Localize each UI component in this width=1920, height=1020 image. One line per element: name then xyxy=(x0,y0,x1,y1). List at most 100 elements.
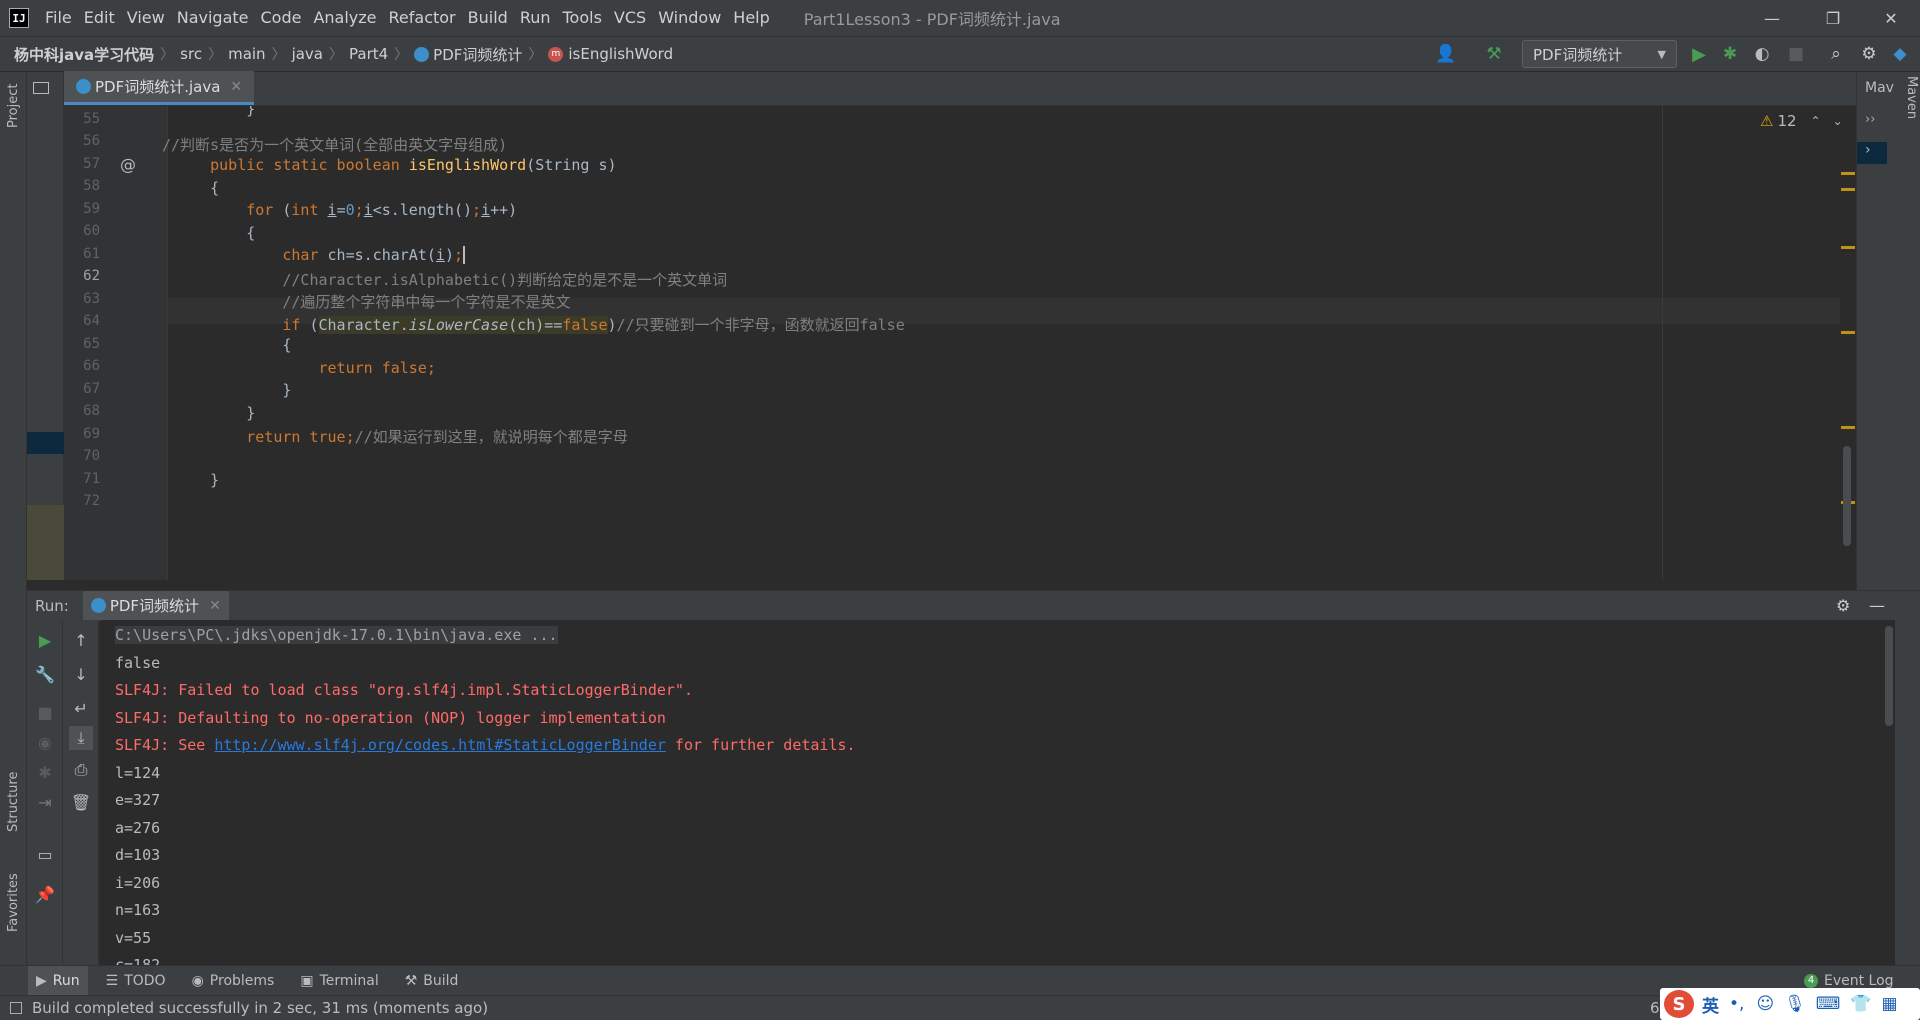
menu-run[interactable]: Run xyxy=(514,0,557,36)
trash-icon[interactable]: 🗑 xyxy=(69,790,93,814)
maven-panel-header[interactable]: Mav xyxy=(1865,80,1894,96)
menu-edit[interactable]: Edit xyxy=(78,0,121,36)
close-button[interactable]: ✕ xyxy=(1862,0,1920,36)
breadcrumb-main[interactable]: main xyxy=(228,45,265,63)
close-icon[interactable]: ✕ xyxy=(230,79,242,95)
menu-view[interactable]: View xyxy=(121,0,171,36)
bug-icon[interactable]: ✱ xyxy=(33,760,57,784)
breadcrumb-src[interactable]: src xyxy=(180,45,202,63)
tab-todo[interactable]: ☰ TODO xyxy=(98,966,174,996)
status-message[interactable]: Build completed successfully in 2 sec, 3… xyxy=(32,999,488,1017)
toolbox-icon[interactable]: ▦ xyxy=(1881,994,1897,1014)
menu-refactor[interactable]: Refactor xyxy=(383,0,462,36)
panel-icon[interactable] xyxy=(33,82,49,94)
tab-run[interactable]: ▶ Run xyxy=(28,965,88,996)
slf4j-link[interactable]: http://www.slf4j.org/codes.html#StaticLo… xyxy=(214,736,666,754)
close-icon[interactable]: ✕ xyxy=(209,598,221,614)
keyboard-icon[interactable]: ⌨ xyxy=(1816,994,1841,1014)
hammer-build-icon[interactable]: ⚒ xyxy=(1482,42,1506,66)
double-chevron-icon[interactable]: ›› xyxy=(1865,112,1875,127)
menu-window[interactable]: Window xyxy=(652,0,727,36)
menu-vcs[interactable]: VCS xyxy=(608,0,652,36)
warning-stripe-mark[interactable] xyxy=(1841,188,1855,191)
scrollbar-thumb[interactable] xyxy=(1885,626,1893,726)
camera-icon[interactable]: ◉ xyxy=(33,730,57,754)
menu-navigate[interactable]: Navigate xyxy=(171,0,255,36)
minimize-button[interactable]: — xyxy=(1743,0,1801,36)
console-output[interactable]: C:\Users\PC\.jdks\openjdk-17.0.1\bin\jav… xyxy=(100,620,1883,965)
hide-panel-icon[interactable]: — xyxy=(1869,596,1885,615)
code-keyword: int xyxy=(291,201,328,219)
arrow-up-icon[interactable]: ↑ xyxy=(69,628,93,652)
tab-build[interactable]: ⚒ Build xyxy=(397,966,467,996)
pin-icon[interactable]: 📌 xyxy=(33,882,57,906)
maven-tool-tab[interactable]: Maven xyxy=(1901,76,1920,156)
inspection-widget[interactable]: ⚠ 12 ⌃ ⌄ xyxy=(1760,112,1843,130)
layout-icon[interactable]: ▭ xyxy=(33,842,57,866)
arrow-down-icon[interactable]: ↓ xyxy=(69,662,93,686)
line-number: 68 xyxy=(83,403,100,419)
print-icon[interactable]: ⎙ xyxy=(69,758,93,782)
code-comment: //Character.isAlphabetic()判断给定的是不是一个英文单词 xyxy=(282,271,728,289)
warning-stripe-mark[interactable] xyxy=(1841,331,1855,334)
run-icon[interactable]: ▶ xyxy=(1687,42,1711,66)
console-scrollbar[interactable] xyxy=(1883,620,1895,965)
punctuation-icon[interactable]: •, xyxy=(1729,994,1744,1014)
menu-file[interactable]: File xyxy=(39,0,78,36)
skin-icon[interactable]: 👕 xyxy=(1850,994,1871,1014)
gear-icon[interactable]: ⚙ xyxy=(1836,596,1850,615)
run-tab-pdf[interactable]: PDF词频统计 ✕ xyxy=(82,590,229,621)
chevron-right-icon[interactable]: › xyxy=(1857,142,1887,164)
error-stripe[interactable] xyxy=(1840,106,1856,580)
breadcrumb-java[interactable]: java xyxy=(292,45,323,63)
user-icon[interactable]: 👤 xyxy=(1434,42,1458,66)
sogou-logo-icon[interactable]: S xyxy=(1664,990,1694,1018)
menu-analyze[interactable]: Analyze xyxy=(307,0,382,36)
code-editor[interactable]: 55 56 57 58 59 60 61 62 63 64 65 66 67 6… xyxy=(64,106,1856,580)
menu-code[interactable]: Code xyxy=(255,0,308,36)
favorites-tool-tab[interactable]: Favorites xyxy=(6,873,21,932)
breadcrumb-project[interactable]: 杨中科java学习代码 xyxy=(14,44,154,65)
emoji-icon[interactable]: ☺ xyxy=(1756,994,1774,1014)
warning-stripe-mark[interactable] xyxy=(1841,426,1855,429)
stop-icon[interactable]: ■ xyxy=(1784,42,1808,66)
text-cursor xyxy=(463,246,465,264)
restore-button[interactable]: ❐ xyxy=(1804,0,1862,36)
debug-icon[interactable]: ✱ xyxy=(1718,42,1742,66)
warning-stripe-mark[interactable] xyxy=(1841,246,1855,249)
structure-tool-tab[interactable]: Structure xyxy=(6,772,21,832)
tab-problems[interactable]: ◉ Problems xyxy=(184,966,283,996)
ime-language[interactable]: 英 xyxy=(1702,992,1719,1017)
tab-terminal[interactable]: ▣ Terminal xyxy=(292,966,386,996)
status-toggle-icon[interactable] xyxy=(10,1002,22,1014)
line-number: 63 xyxy=(83,291,100,307)
breadcrumb-method[interactable]: m isEnglishWord xyxy=(548,45,673,63)
menu-help[interactable]: Help xyxy=(727,0,775,36)
code-keyword: return true; xyxy=(246,428,355,446)
soft-wrap-icon[interactable]: ↵ xyxy=(69,696,93,720)
tab-label: PDF词频统计.java xyxy=(95,78,221,96)
tab-pdf-java[interactable]: PDF词频统计.java ✕ xyxy=(64,71,255,105)
menu-build[interactable]: Build xyxy=(462,0,514,36)
coverage-icon[interactable]: ◐ xyxy=(1750,42,1774,66)
rerun-icon[interactable]: ▶ xyxy=(33,628,57,652)
breadcrumb-class[interactable]: PDF词频统计 xyxy=(414,44,522,65)
search-icon[interactable]: ⌕ xyxy=(1824,42,1848,66)
warning-stripe-mark[interactable] xyxy=(1841,172,1855,175)
code-text: (String s) xyxy=(526,156,617,174)
breadcrumb-part4[interactable]: Part4 xyxy=(349,45,388,63)
chevron-up-icon[interactable]: ⌃ xyxy=(1811,114,1821,128)
menu-tools[interactable]: Tools xyxy=(557,0,608,36)
project-tool-tab[interactable]: Project xyxy=(6,84,21,128)
microphone-icon[interactable]: 🎙 xyxy=(1784,994,1806,1014)
scroll-to-end-icon[interactable]: ⤓ xyxy=(69,726,93,750)
wrench-icon[interactable]: 🔧 xyxy=(33,662,57,686)
code-text: } xyxy=(282,381,292,399)
toolbox-icon[interactable]: ◆ xyxy=(1888,42,1912,66)
scrollbar-thumb[interactable] xyxy=(1843,446,1851,546)
gear-icon[interactable]: ⚙ xyxy=(1857,42,1881,66)
exit-icon[interactable]: ⇥ xyxy=(33,790,57,814)
run-configuration-select[interactable]: PDF词频统计 ▼ xyxy=(1522,40,1677,68)
override-marker-icon[interactable]: @ xyxy=(120,155,136,174)
stop-icon[interactable]: ■ xyxy=(33,700,57,724)
